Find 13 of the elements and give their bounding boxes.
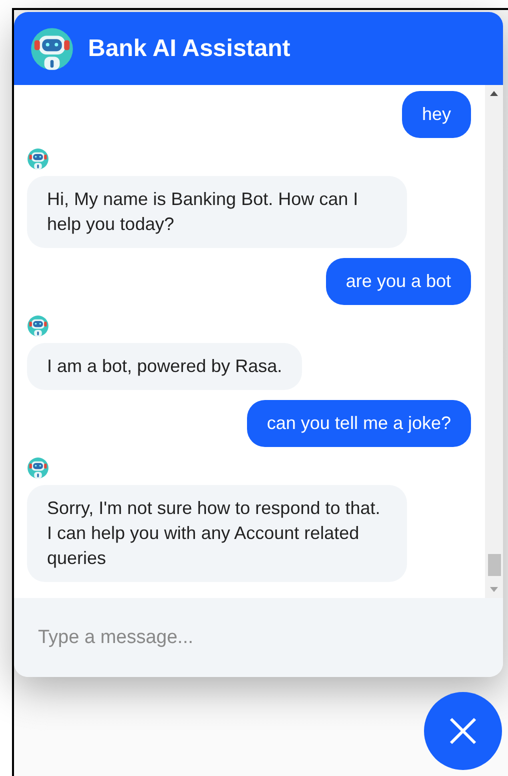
bot-message: Hi, My name is Banking Bot. How can I help you today? [27, 176, 407, 248]
close-icon [448, 716, 478, 746]
user-message: are you a bot [326, 258, 471, 305]
bot-message: I am a bot, powered by Rasa. [27, 343, 302, 390]
user-message: hey [402, 91, 471, 138]
bot-avatar-icon [27, 457, 49, 479]
bot-avatar-icon [27, 315, 49, 337]
user-message: can you tell me a joke? [246, 400, 471, 447]
chat-title: Bank AI Assistant [88, 34, 290, 62]
bot-message: Sorry, I'm not sure how to respond to that. I can help you with any Account related queries [27, 485, 407, 582]
bot-avatar-icon [27, 148, 49, 170]
message-input[interactable]: Type a message... [14, 598, 503, 677]
bot-logo-icon [30, 26, 74, 70]
